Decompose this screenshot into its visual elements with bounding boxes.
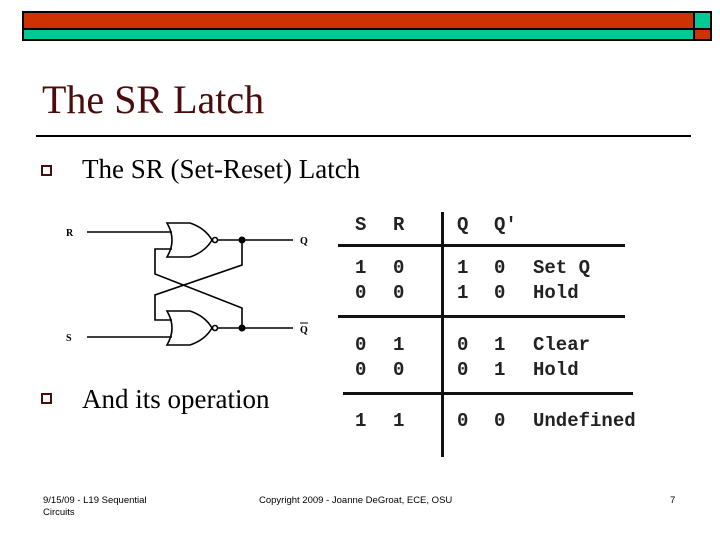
label-q: Q [300, 236, 308, 247]
cell-q: 1 [457, 257, 469, 279]
cell-s: 0 [355, 282, 367, 304]
junction-dot-bottom [238, 324, 246, 332]
cell-qprime: 1 [494, 334, 506, 356]
banner-teal-bar [24, 30, 693, 39]
banner-red-bar [24, 13, 693, 28]
wire-q-feedback [154, 240, 243, 321]
table-header-rule [338, 244, 625, 247]
table-group-rule [338, 315, 625, 318]
page-number: 7 [670, 495, 676, 506]
banner-teal-block [695, 13, 710, 28]
header-banner [22, 11, 712, 41]
cell-r: 1 [393, 334, 405, 356]
cell-q: 0 [457, 410, 469, 432]
header-s: S [355, 214, 367, 236]
cell-action: Set Q [533, 257, 591, 279]
wire-feedback-top [154, 248, 243, 328]
cell-action: Clear [533, 334, 591, 356]
cell-r: 0 [393, 282, 405, 304]
cell-qprime: 0 [494, 257, 506, 279]
nor-gate-bottom [165, 310, 213, 346]
label-qbar: Q [300, 325, 308, 336]
header-qprime: Q′ [494, 214, 517, 236]
table-group-rule [343, 392, 633, 395]
footer-date-lecture: 9/15/09 - L19 Sequential [43, 495, 147, 506]
cell-qprime: 0 [494, 282, 506, 304]
header-r: R [393, 214, 405, 236]
slide-title: The SR Latch [42, 77, 265, 122]
cell-qprime: 1 [494, 359, 506, 381]
cell-q: 0 [457, 334, 469, 356]
label-r: R [66, 228, 74, 239]
inverter-bubble-top [211, 236, 219, 244]
header-q: Q [457, 214, 469, 236]
cell-r: 0 [393, 359, 405, 381]
table-vertical-rule [441, 212, 444, 457]
cell-action: Hold [533, 359, 579, 381]
cell-q: 0 [457, 359, 469, 381]
bullet-square-icon [41, 165, 52, 176]
cell-q: 1 [457, 282, 469, 304]
cell-s: 1 [355, 410, 367, 432]
title-divider [36, 135, 691, 137]
junction-dot-top [238, 236, 246, 244]
label-s: S [66, 333, 72, 344]
bullet-square-icon [41, 393, 52, 404]
cell-r: 1 [393, 410, 405, 432]
cell-action: Hold [533, 282, 579, 304]
cell-s: 0 [355, 359, 367, 381]
footer-lecture-cont: Circuits [43, 507, 75, 518]
bullet-text-2: And its operation [82, 384, 270, 414]
cell-r: 0 [393, 257, 405, 279]
sr-latch-diagram: R S Q Q [66, 222, 308, 346]
nor-gate-top [165, 222, 213, 258]
banner-red-block [695, 30, 710, 39]
inverter-bubble-bottom [211, 324, 219, 332]
bullet-text-1: The SR (Set-Reset) Latch [82, 154, 361, 184]
cell-s: 0 [355, 334, 367, 356]
cell-action: Undefined [533, 410, 636, 432]
footer-left: 9/15/09 - L19 Sequential Circuits [43, 495, 147, 519]
cell-s: 1 [355, 257, 367, 279]
cell-qprime: 0 [494, 410, 506, 432]
footer-copyright: Copyright 2009 - Joanne DeGroat, ECE, OS… [259, 495, 453, 506]
